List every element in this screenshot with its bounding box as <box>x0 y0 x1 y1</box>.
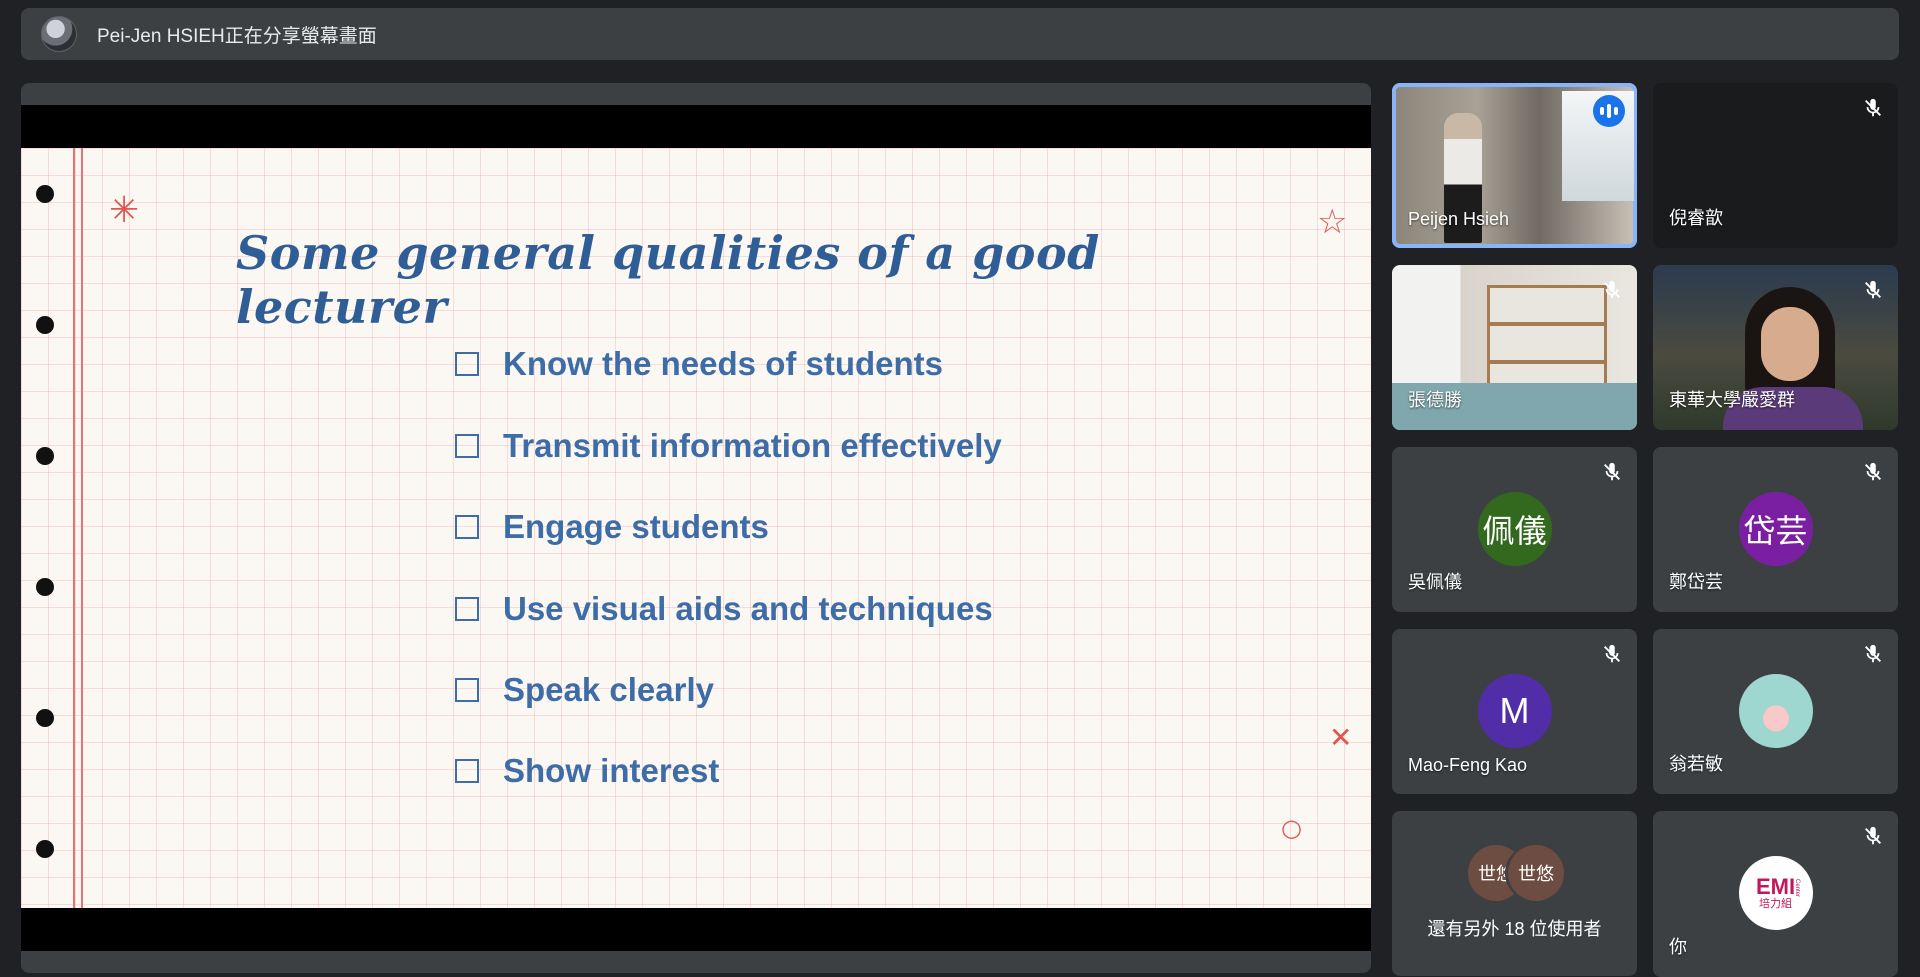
binder-hole <box>36 709 54 727</box>
checklist-item-label: Use visual aids and techniques <box>503 590 993 627</box>
checklist-item: Speak clearly <box>455 671 714 709</box>
participant-name: Peijen Hsieh <box>1408 209 1510 229</box>
participant-tile[interactable]: 佩儀 吳佩儀 <box>1392 447 1637 612</box>
participant-name: 倪睿歆 <box>1669 208 1723 228</box>
shared-screen[interactable]: ✳ ☆ ✕ ○ Some general qualities of a good… <box>21 83 1371 973</box>
emi-logo-text: EMI <box>1755 874 1796 899</box>
participant-name: 翁若敏 <box>1669 754 1723 774</box>
participant-tile[interactable]: 岱芸 鄭岱芸 <box>1653 447 1898 612</box>
mic-off-icon <box>1865 98 1881 117</box>
checklist-item: Show interest <box>455 752 719 790</box>
participant-tile[interactable]: 張德勝 <box>1392 265 1637 430</box>
circle-doodle: ○ <box>1281 814 1302 842</box>
emi-logo-subtext: 培力組 <box>1759 898 1792 910</box>
asterisk-doodle: ✳ <box>109 190 140 231</box>
participant-tile[interactable]: 翁若敏 <box>1653 629 1898 794</box>
mic-off-icon <box>1604 280 1620 299</box>
binder-hole <box>36 447 54 465</box>
mic-off-icon <box>1865 644 1881 663</box>
checkbox-icon <box>455 759 479 783</box>
checklist-item-label: Show interest <box>503 752 720 789</box>
letterbox-bottom <box>21 908 1371 951</box>
participant-tile[interactable]: 東華大學嚴愛群 <box>1653 265 1898 430</box>
participant-name: 你 <box>1669 937 1687 957</box>
more-participants-label: 還有另外 18 位使用者 <box>1427 919 1602 939</box>
mic-off-icon <box>1604 462 1620 481</box>
avatar: M <box>1477 674 1552 748</box>
participant-name: Mao-Feng Kao <box>1408 755 1528 775</box>
avatar <box>1738 674 1813 748</box>
checkbox-icon <box>455 597 479 621</box>
participant-name: 張德勝 <box>1408 390 1462 410</box>
speaking-indicator-icon <box>1593 95 1625 127</box>
checklist-item: Transmit information effectively <box>455 427 1002 465</box>
binder-hole <box>36 185 54 203</box>
checkbox-icon <box>455 678 479 702</box>
checklist-item: Engage students <box>455 508 769 546</box>
cross-doodle: ✕ <box>1329 721 1353 754</box>
presenter-sharing-label: Pei-Jen HSIEH正在分享螢幕畫面 <box>97 25 377 47</box>
emi-logo: EMI 培力組 Center <box>1738 856 1813 930</box>
margin-line <box>81 148 83 908</box>
checklist-item: Use visual aids and techniques <box>455 590 993 628</box>
checkbox-icon <box>455 352 479 376</box>
slide-title: Some general qualities of a good lecture… <box>236 226 1100 334</box>
presentation-slide: ✳ ☆ ✕ ○ Some general qualities of a good… <box>21 148 1371 908</box>
checklist-item-label: Transmit information effectively <box>503 427 1002 464</box>
binder-hole <box>36 316 54 334</box>
checkbox-icon <box>455 434 479 458</box>
checklist-item-label: Speak clearly <box>503 671 714 708</box>
star-doodle: ☆ <box>1317 202 1348 242</box>
checklist-item-label: Know the needs of students <box>503 345 944 382</box>
mic-off-icon <box>1865 462 1881 481</box>
avatar: 世悠 <box>1508 845 1564 901</box>
checkbox-icon <box>455 515 479 539</box>
letterbox-top <box>21 105 1371 148</box>
participant-name: 東華大學嚴愛群 <box>1669 390 1795 410</box>
checklist-item-label: Engage students <box>503 508 769 545</box>
participant-name: 鄭岱芸 <box>1669 572 1723 592</box>
binder-hole <box>36 578 54 596</box>
binder-hole <box>36 840 54 858</box>
presenter-bar: Pei-Jen HSIEH正在分享螢幕畫面 <box>21 8 1899 60</box>
mic-off-icon <box>1865 280 1881 299</box>
participant-face <box>1761 307 1819 381</box>
presenter-avatar <box>41 16 77 52</box>
self-tile[interactable]: EMI 培力組 Center 你 <box>1653 811 1898 977</box>
more-participants-tile[interactable]: 世悠 世悠 還有另外 18 位使用者 <box>1392 811 1637 976</box>
avatar: 岱芸 <box>1738 492 1813 566</box>
mic-off-icon <box>1865 826 1881 845</box>
mic-off-icon <box>1604 644 1620 663</box>
participant-tile[interactable]: 倪睿歆 <box>1653 83 1898 248</box>
participant-tile[interactable]: M Mao-Feng Kao <box>1392 629 1637 794</box>
margin-line <box>73 148 75 908</box>
participant-tile[interactable]: Peijen Hsieh <box>1392 83 1637 248</box>
checklist-item: Know the needs of students <box>455 345 943 383</box>
emi-logo-sidetext: Center <box>1794 878 1801 898</box>
avatar: 佩儀 <box>1477 492 1552 566</box>
participant-name: 吳佩儀 <box>1408 572 1462 592</box>
